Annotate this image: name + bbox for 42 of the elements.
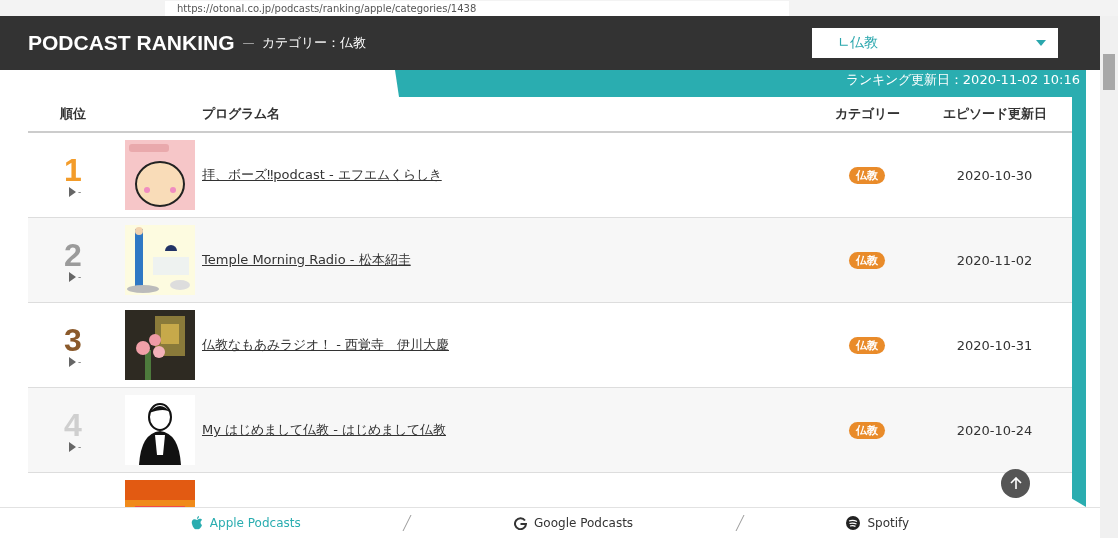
google-icon [514,516,528,530]
rank-change: - [77,357,82,367]
platform-link[interactable]: Spotify [846,516,910,530]
spotify-icon [846,516,861,530]
address-bar[interactable]: https://otonal.co.jp/podcasts/ranking/apple/categories/1438 [165,0,789,16]
page-title: PODCAST RANKING [28,31,235,55]
podcast-title-link[interactable]: Temple Morning Radio - 松本紹圭 [202,252,411,267]
scrollbar[interactable] [1100,16,1118,538]
column-header: カテゴリー [833,105,901,123]
divider-slash [734,515,745,531]
category-tag: 仏教 [849,252,885,269]
category-tag: 仏教 [849,337,885,354]
play-icon [68,187,76,197]
episode-date: 2020-10-24 [956,422,1033,438]
title-dash: — [242,36,255,50]
column-header: エピソード更新日 [941,105,1048,123]
rank-change: - [77,272,82,282]
episode-date: 2020-10-30 [956,167,1033,183]
play-icon [68,442,76,452]
ranking-updated-date: ランキング更新日：2020-11-02 10:16 [845,71,1080,88]
rank-change: - [77,442,82,452]
column-header: プログラム名 [202,105,281,123]
category-tag: 仏教 [849,422,885,439]
arrow-up-icon [1009,477,1022,490]
category-subtitle: カテゴリー：仏教 [261,34,366,52]
episode-date: 2020-10-31 [956,337,1033,353]
rank-number: 2 [64,238,82,272]
play-icon [68,272,76,282]
apple-icon [190,516,203,530]
podcast-title-link[interactable]: 拝、ボーズ‼podcast - エフエムくらしき [202,167,442,182]
platform-link[interactable]: Google Podcasts [514,516,634,530]
episode-date: 2020-11-02 [956,252,1033,268]
rank-number: 1 [64,153,82,187]
column-header: 順位 [59,105,87,123]
play-icon [68,357,76,367]
rank-number: 3 [64,323,82,357]
divider-slash [402,515,413,531]
category-tag: 仏教 [849,167,885,184]
rank-change: - [77,187,82,197]
podcast-title-link[interactable]: My はじめまして仏教 - はじめまして仏教 [202,422,446,437]
podcast-title-link[interactable]: 仏教なもあみラジオ！ - 西覚寺 伊川大慶 [202,337,449,352]
caret-icon [1036,40,1046,46]
